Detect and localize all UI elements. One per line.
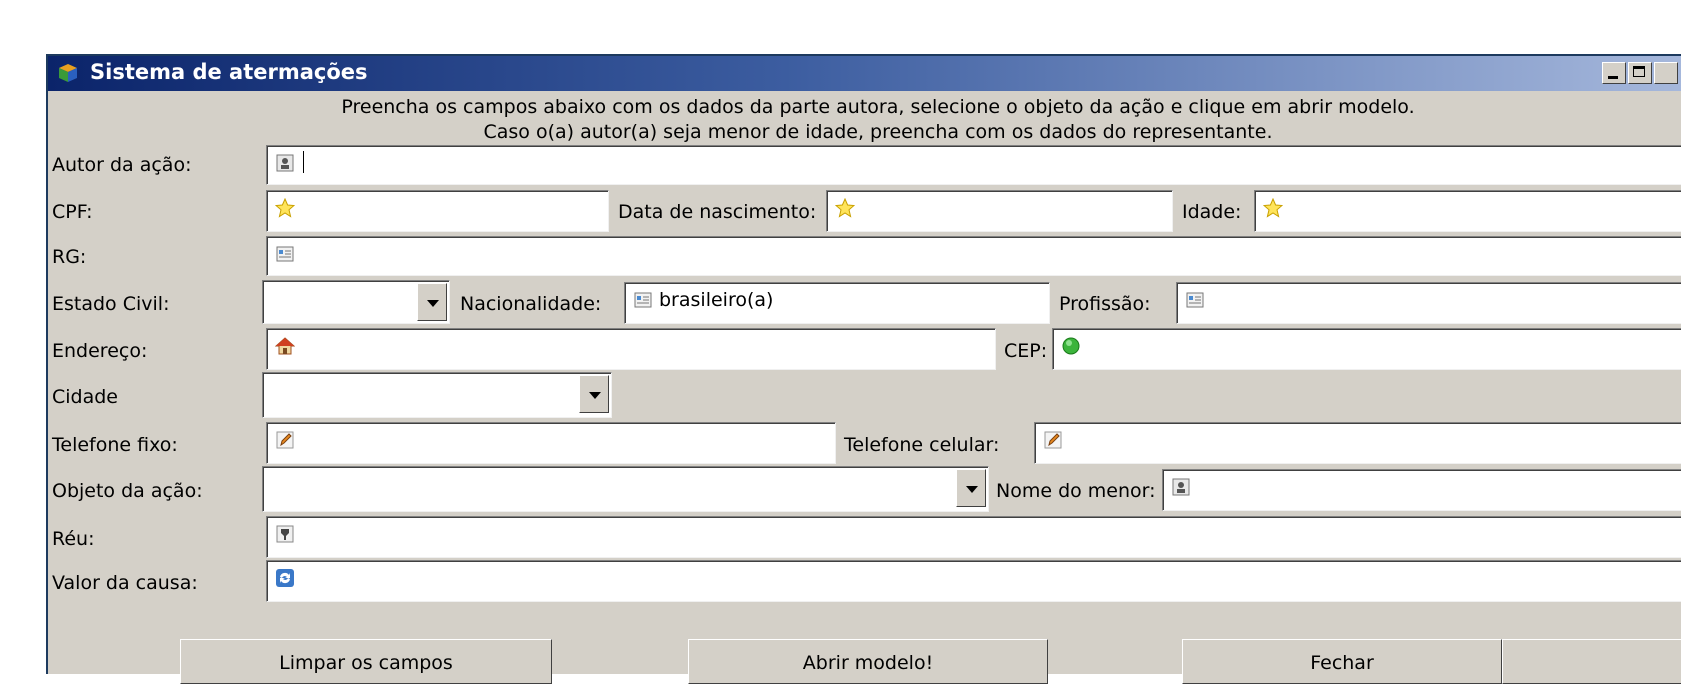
telefone-celular-input[interactable]	[1034, 422, 1681, 464]
reu-input[interactable]	[266, 516, 1681, 558]
objeto-select[interactable]	[262, 466, 989, 512]
autor-input[interactable]	[266, 145, 1681, 185]
minimize-button[interactable]	[1602, 62, 1626, 84]
idade-label: Idade:	[1182, 201, 1242, 223]
estado-civil-label: Estado Civil:	[52, 293, 170, 315]
endereco-label: Endereço:	[52, 340, 148, 362]
reu-label: Réu:	[52, 528, 95, 550]
rg-label: RG:	[52, 246, 87, 268]
extra-button[interactable]	[1502, 639, 1681, 684]
star-icon	[275, 198, 295, 218]
maximize-button[interactable]	[1628, 62, 1652, 84]
id-card-icon	[276, 246, 294, 262]
limpar-button[interactable]: Limpar os campos	[180, 639, 552, 684]
green-circle-icon	[1062, 337, 1080, 355]
nome-menor-input[interactable]	[1162, 469, 1681, 511]
person-card-icon	[1172, 478, 1190, 496]
main-window: Sistema de atermações Preencha os campos…	[46, 54, 1681, 684]
text-cursor	[303, 151, 304, 173]
valor-input[interactable]	[266, 560, 1681, 602]
telefone-fixo-label: Telefone fixo:	[52, 434, 178, 456]
cube-icon	[59, 64, 77, 82]
cidade-select[interactable]	[262, 372, 612, 418]
abrir-modelo-button[interactable]: Abrir modelo!	[688, 639, 1048, 684]
nacionalidade-value: brasileiro(a)	[659, 289, 774, 311]
pencil-icon	[1044, 431, 1062, 449]
instructions-line-1: Preencha os campos abaixo com os dados d…	[341, 96, 1415, 118]
nascimento-input[interactable]	[826, 190, 1173, 232]
estado-civil-select[interactable]	[262, 280, 450, 324]
idade-input[interactable]	[1254, 190, 1681, 232]
profissao-label: Profissão:	[1059, 293, 1151, 315]
title-bar[interactable]: Sistema de atermações	[48, 56, 1681, 91]
cep-input[interactable]	[1052, 328, 1681, 370]
chevron-down-icon[interactable]	[579, 375, 609, 413]
star-icon	[1263, 198, 1283, 218]
pencil-icon	[276, 431, 294, 449]
close-button[interactable]	[1654, 62, 1678, 84]
cpf-input[interactable]	[266, 190, 609, 232]
refresh-icon	[276, 569, 294, 587]
house-icon	[275, 337, 295, 355]
nacionalidade-input[interactable]: brasileiro(a)	[624, 282, 1050, 324]
badge-icon	[276, 525, 294, 543]
fechar-button[interactable]: Fechar	[1182, 639, 1502, 684]
id-card-icon	[634, 292, 652, 308]
star-icon	[835, 198, 855, 218]
nacionalidade-label: Nacionalidade:	[460, 293, 602, 315]
cep-label: CEP:	[1004, 340, 1048, 362]
instructions-line-2: Caso o(a) autor(a) seja menor de idade, …	[483, 121, 1273, 143]
nascimento-label: Data de nascimento:	[618, 201, 817, 223]
objeto-label: Objeto da ação:	[52, 480, 203, 502]
profissao-input[interactable]	[1176, 282, 1681, 324]
nome-menor-label: Nome do menor:	[996, 480, 1156, 502]
telefone-celular-label: Telefone celular:	[844, 434, 1000, 456]
chevron-down-icon[interactable]	[956, 469, 986, 507]
cidade-label: Cidade	[52, 386, 118, 408]
autor-label: Autor da ação:	[52, 154, 192, 176]
telefone-fixo-input[interactable]	[266, 422, 836, 464]
cpf-label: CPF:	[52, 201, 93, 223]
endereco-input[interactable]	[266, 328, 996, 370]
valor-label: Valor da causa:	[52, 572, 198, 594]
person-card-icon	[276, 154, 294, 172]
window-title: Sistema de atermações	[90, 60, 368, 84]
id-card-icon	[1186, 292, 1204, 308]
rg-input[interactable]	[266, 236, 1681, 276]
chevron-down-icon[interactable]	[417, 283, 447, 321]
